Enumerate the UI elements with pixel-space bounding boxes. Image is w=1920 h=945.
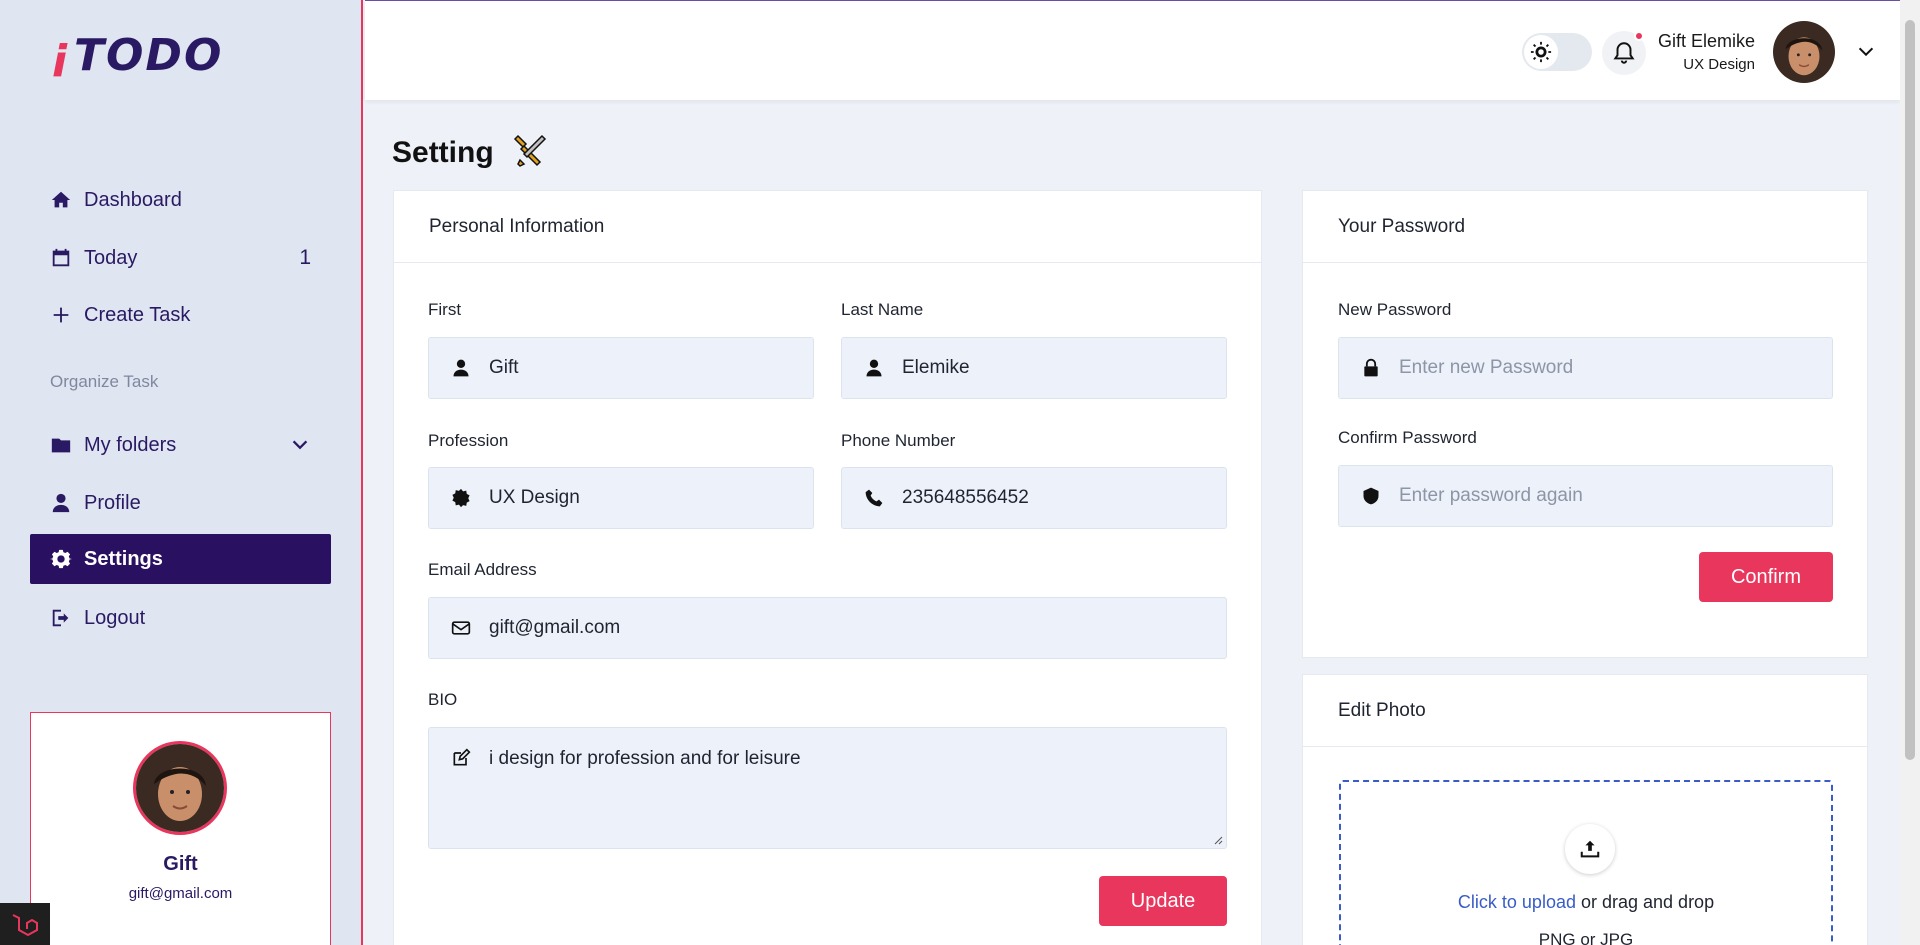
bio-value: i design for profession and for leisure bbox=[489, 748, 801, 769]
email-field[interactable]: gift@gmail.com bbox=[428, 597, 1227, 659]
upload-icon[interactable] bbox=[1565, 824, 1615, 874]
sidebar-item-my-folders[interactable]: My folders bbox=[30, 420, 331, 470]
user-icon bbox=[864, 358, 884, 378]
bio-textarea[interactable]: i design for profession and for leisure bbox=[428, 727, 1227, 849]
profile-email: gift@gmail.com bbox=[128, 885, 233, 902]
lock-icon bbox=[1361, 358, 1381, 378]
page-title-text: Setting bbox=[392, 135, 494, 169]
new-password-label: New Password bbox=[1338, 300, 1452, 319]
logo-text: TODO bbox=[74, 30, 224, 81]
sidebar-item-label: Dashboard bbox=[84, 188, 182, 211]
last-name-field[interactable]: Elemike bbox=[841, 337, 1227, 399]
avatar[interactable] bbox=[133, 741, 227, 835]
update-button[interactable]: Update bbox=[1099, 876, 1227, 926]
profession-label: Profession bbox=[428, 431, 509, 450]
app-logo[interactable]: i TODO bbox=[52, 30, 272, 87]
photo-upload-dropzone[interactable]: Click to upload or drag and drop PNG or … bbox=[1339, 780, 1833, 945]
home-icon bbox=[50, 189, 72, 211]
section-label-organize: Organize Task bbox=[50, 372, 159, 391]
last-name-label: Last Name bbox=[841, 300, 924, 319]
edit-icon bbox=[451, 748, 471, 768]
card-heading: Your Password bbox=[1303, 191, 1867, 263]
confirm-button[interactable]: Confirm bbox=[1699, 552, 1833, 602]
sidebar-item-label: Profile bbox=[84, 491, 141, 514]
upload-rest-text: or drag and drop bbox=[1575, 892, 1715, 912]
confirm-password-label: Confirm Password bbox=[1338, 428, 1477, 447]
upload-file-types: PNG or JPG bbox=[1538, 930, 1634, 945]
first-name-value: Gift bbox=[489, 357, 519, 378]
sidebar-item-today[interactable]: Today 1 bbox=[30, 233, 331, 283]
bio-label: BIO bbox=[428, 690, 458, 709]
phone-label: Phone Number bbox=[841, 431, 956, 450]
envelope-icon bbox=[451, 618, 471, 638]
chevron-down-icon[interactable] bbox=[1855, 41, 1877, 63]
confirm-password-input[interactable]: Enter password again bbox=[1338, 465, 1833, 527]
sidebar-item-label: Create Task bbox=[84, 303, 191, 326]
logo-i: i bbox=[52, 36, 68, 87]
laravel-logo-icon[interactable] bbox=[0, 903, 50, 945]
upload-instructions: Click to upload or drag and drop bbox=[1341, 892, 1831, 913]
first-name-label: First bbox=[428, 300, 462, 319]
user-icon bbox=[451, 358, 471, 378]
phone-value: 235648556452 bbox=[902, 487, 1029, 508]
profession-value: UX Design bbox=[489, 487, 580, 508]
sidebar-item-dashboard[interactable]: Dashboard bbox=[30, 175, 331, 225]
header-avatar[interactable] bbox=[1773, 21, 1835, 83]
sun-icon bbox=[1524, 35, 1558, 69]
confirm-password-placeholder: Enter password again bbox=[1399, 485, 1583, 506]
top-header: Gift Elemike UX Design bbox=[365, 0, 1900, 100]
phone-icon bbox=[864, 488, 884, 508]
user-icon bbox=[50, 492, 72, 514]
sidebar-item-label: My folders bbox=[84, 433, 177, 456]
new-password-placeholder: Enter new Password bbox=[1399, 357, 1574, 378]
sidebar-item-settings[interactable]: Settings bbox=[30, 534, 331, 584]
new-password-input[interactable]: Enter new Password bbox=[1338, 337, 1833, 399]
tools-icon bbox=[512, 132, 548, 176]
calendar-icon bbox=[50, 247, 72, 269]
sidebar-item-logout[interactable]: Logout bbox=[30, 593, 331, 643]
profession-field[interactable]: UX Design bbox=[428, 467, 814, 529]
plus-icon bbox=[50, 304, 72, 326]
first-name-field[interactable]: Gift bbox=[428, 337, 814, 399]
email-label: Email Address bbox=[428, 560, 537, 579]
badge-icon bbox=[451, 488, 471, 508]
resize-handle-icon[interactable] bbox=[1213, 835, 1223, 845]
card-heading: Personal Information bbox=[394, 191, 1261, 263]
email-value: gift@gmail.com bbox=[489, 617, 621, 638]
header-user-name: Gift Elemike bbox=[1657, 31, 1755, 51]
sidebar-item-profile[interactable]: Profile bbox=[30, 478, 331, 528]
today-count-badge: 1 bbox=[299, 246, 311, 269]
sidebar-profile-card: Gift gift@gmail.com bbox=[30, 712, 331, 945]
theme-toggle[interactable] bbox=[1522, 33, 1592, 71]
folder-icon bbox=[50, 434, 72, 456]
shield-icon bbox=[1361, 486, 1381, 506]
card-heading: Edit Photo bbox=[1303, 675, 1867, 747]
page-title: Setting bbox=[392, 132, 548, 176]
phone-field[interactable]: 235648556452 bbox=[841, 467, 1227, 529]
header-user-role: UX Design bbox=[1683, 56, 1755, 73]
profile-name: Gift bbox=[163, 853, 198, 875]
sidebar-item-label: Logout bbox=[84, 606, 146, 629]
gear-icon bbox=[50, 548, 72, 570]
click-to-upload-link[interactable]: Click to upload bbox=[1458, 892, 1576, 912]
chevron-down-icon[interactable] bbox=[289, 434, 311, 456]
scrollbar[interactable] bbox=[1900, 0, 1920, 945]
sidebar-item-create-task[interactable]: Create Task bbox=[30, 290, 331, 340]
sidebar: i TODO Dashboard Today 1 Create Task Org… bbox=[0, 0, 363, 945]
last-name-value: Elemike bbox=[902, 357, 970, 378]
sidebar-item-label: Today bbox=[84, 246, 138, 269]
logout-icon bbox=[50, 607, 72, 629]
sidebar-item-label: Settings bbox=[84, 547, 163, 570]
scrollbar-thumb[interactable] bbox=[1905, 20, 1915, 760]
